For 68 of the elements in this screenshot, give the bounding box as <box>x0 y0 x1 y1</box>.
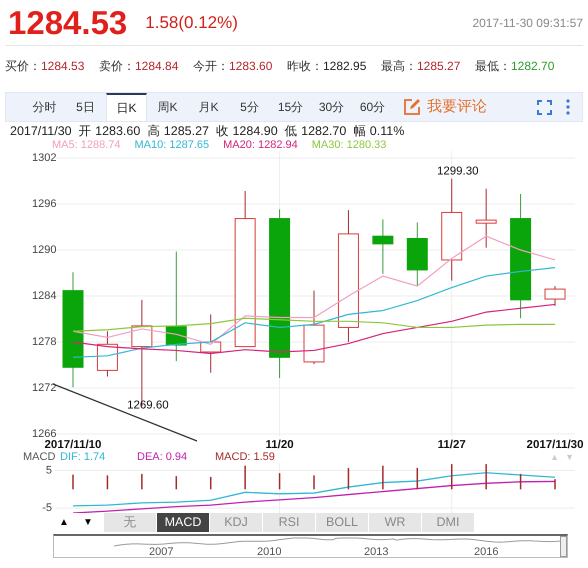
ma-legend-label: MA30: 1280.33 <box>312 139 386 151</box>
stat-value: 1283.60 <box>229 58 272 75</box>
ohlc-value: 幅 0.11% <box>353 124 404 139</box>
price-label: 1299.30 <box>436 166 479 178</box>
indicator-name: MACD <box>23 451 56 463</box>
period-tab[interactable]: 分时 <box>24 93 65 121</box>
ma-legend-label: MA5: 1288.74 <box>52 139 120 151</box>
stat-label: 最低： <box>475 58 511 75</box>
indicator-value: DIF: 1.74 <box>60 451 106 463</box>
period-tab[interactable]: 5日 <box>65 93 106 121</box>
axis-label: -5 <box>42 502 52 513</box>
stat-label: 最高： <box>381 58 417 75</box>
fullscreen-icon[interactable] <box>537 100 552 114</box>
stat-value: 1284.84 <box>135 58 178 75</box>
stat-value: 1282.95 <box>323 58 366 75</box>
period-tab[interactable]: 周K <box>147 93 188 121</box>
axis-label: 5 <box>46 464 52 477</box>
ohlc-value: 高 1285.27 <box>147 124 209 139</box>
period-tab[interactable]: 月K <box>188 93 229 121</box>
stat-label: 今开： <box>193 58 229 75</box>
year-label: 2010 <box>257 546 282 558</box>
period-tab[interactable]: 60分 <box>352 93 393 121</box>
stat-value: 1284.53 <box>41 58 84 75</box>
timestamp: 2017-11-30 09:31:57 <box>472 14 583 32</box>
stat-value: 1285.27 <box>417 58 460 75</box>
ohlc-value: 低 1282.70 <box>284 124 346 139</box>
candlestick <box>372 218 394 274</box>
indicator-tab[interactable]: MACD <box>157 513 209 532</box>
year-label: 2013 <box>364 546 388 558</box>
date-label: 11/27 <box>438 439 466 451</box>
period-tab[interactable]: 日K <box>106 93 147 121</box>
date-label: 11/20 <box>266 439 294 451</box>
more-icon[interactable] <box>566 99 570 115</box>
indicator-value: MACD: 1.59 <box>215 451 276 463</box>
axis-label: 1302 <box>32 152 56 164</box>
axis-label: 1266 <box>32 428 56 440</box>
ma-legend-label: MA10: 1287.65 <box>134 139 210 151</box>
year-label: 2016 <box>474 546 498 558</box>
ohlc-value: 收 1284.90 <box>216 124 278 139</box>
candlestick <box>476 188 497 248</box>
price-change: 1.58(0.12%) <box>145 12 238 34</box>
axis-label: 1278 <box>32 336 56 348</box>
axis-label: 1272 <box>32 382 56 394</box>
indicator-value: DEA: 0.94 <box>137 451 188 463</box>
stat-label: 买价： <box>5 58 41 75</box>
ma-legend-label: MA20: 1282.94 <box>223 139 298 151</box>
stat-label: 昨收： <box>287 58 323 75</box>
year-label: 2007 <box>149 546 174 558</box>
date-label: 2017/11/10 <box>44 439 102 451</box>
candlestick <box>96 330 118 377</box>
period-tab[interactable]: 30分 <box>311 93 352 121</box>
candlestick <box>200 314 222 374</box>
price: 1284.53 <box>8 6 128 39</box>
edit-icon <box>403 98 421 116</box>
candlestick <box>544 286 566 306</box>
candlestick <box>406 222 428 287</box>
quote-date: 2017/11/30 <box>10 124 72 139</box>
stat-label: 卖价： <box>99 58 135 75</box>
period-tab[interactable]: 15分 <box>270 93 311 121</box>
price-label: 1269.60 <box>127 399 169 412</box>
date-label: 2017/11/30 <box>526 439 584 451</box>
range-handle[interactable] <box>560 536 567 557</box>
period-tab[interactable]: 5分 <box>229 93 270 121</box>
axis-label: 1290 <box>32 244 56 256</box>
stat-value: 1282.70 <box>511 58 554 75</box>
ohlc-value: 开 1283.60 <box>78 124 140 139</box>
axis-label: 1296 <box>32 198 56 210</box>
axis-label: 1284 <box>32 290 56 302</box>
